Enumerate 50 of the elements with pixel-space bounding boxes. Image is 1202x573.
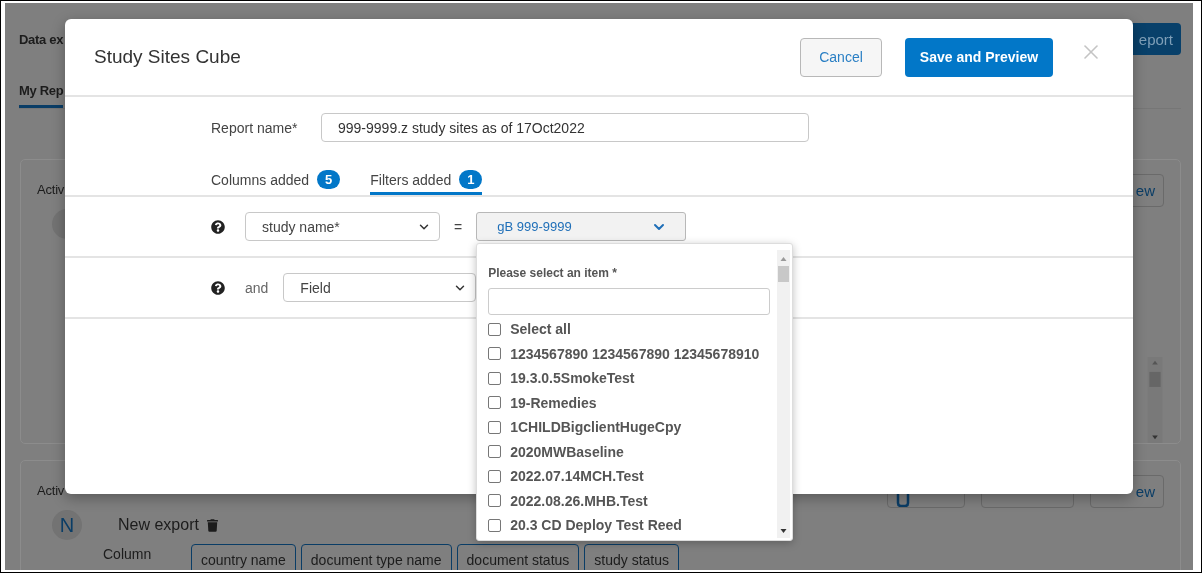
count-badge: 1 bbox=[459, 170, 483, 189]
trash-icon[interactable] bbox=[206, 518, 218, 532]
checkbox[interactable] bbox=[488, 445, 502, 459]
checkbox[interactable] bbox=[488, 347, 502, 361]
checkbox[interactable] bbox=[488, 518, 502, 532]
column-chip: study status bbox=[584, 544, 679, 570]
count-badge: 5 bbox=[317, 170, 341, 189]
column-chip: document type name bbox=[300, 544, 452, 570]
column-chip: document status bbox=[456, 544, 580, 570]
option-item[interactable]: 2022.07.14MCH.Test bbox=[488, 464, 769, 489]
save-button[interactable]: Save and Preview bbox=[905, 37, 1053, 77]
u-shape-icon bbox=[896, 493, 910, 507]
checkbox[interactable] bbox=[488, 371, 502, 385]
field-label: Report name* bbox=[211, 119, 299, 136]
option-item[interactable]: 2022.08.26.MHB.Test bbox=[488, 488, 769, 513]
card-heading: Activ bbox=[37, 483, 65, 498]
dialog-tab[interactable]: Filters added 1 bbox=[370, 170, 483, 195]
report-name-field[interactable]: 999-9999.z study sites as of 17Oct2022 bbox=[321, 113, 809, 142]
option-item[interactable]: 1234567890 1234567890 12345678910 bbox=[488, 341, 769, 366]
field-select[interactable]: study name* bbox=[245, 212, 440, 241]
column-chip: country name bbox=[191, 544, 296, 570]
option-item[interactable]: 1CHILDBigclientHugeCpy bbox=[488, 415, 769, 440]
dialog-title: Study Sites Cube bbox=[94, 46, 242, 68]
option-item[interactable]: Select all bbox=[488, 317, 769, 342]
cancel-button[interactable]: Cancel bbox=[800, 37, 882, 77]
card-heading: Activ bbox=[37, 182, 65, 197]
option-item[interactable]: 19-Remedies bbox=[488, 390, 769, 415]
connector-label: and bbox=[245, 279, 269, 296]
dropdown-label: Please select an item * bbox=[488, 266, 618, 280]
checkbox[interactable] bbox=[488, 469, 502, 483]
avatar: N bbox=[52, 510, 82, 540]
option-item[interactable]: 19.3.0.5SmokeTest bbox=[488, 366, 769, 391]
checkbox[interactable] bbox=[488, 494, 502, 508]
operator-label: = bbox=[454, 218, 463, 235]
checkbox[interactable] bbox=[488, 420, 502, 434]
checkbox[interactable] bbox=[488, 396, 502, 410]
option-item[interactable]: 20.3 CD Deploy Test Reed bbox=[488, 513, 769, 538]
option-item[interactable]: 2020MWBaseline bbox=[488, 439, 769, 464]
export-name: New export bbox=[118, 516, 199, 534]
help-icon[interactable] bbox=[211, 219, 225, 234]
scrollbar[interactable] bbox=[1147, 357, 1163, 443]
scrollbar[interactable] bbox=[777, 250, 791, 538]
dialog-tab[interactable]: Columns added 5 bbox=[211, 170, 341, 195]
field-select[interactable]: Field bbox=[283, 273, 477, 302]
value-select[interactable]: gB 999-9999 bbox=[476, 212, 687, 241]
column-label: Column bbox=[103, 546, 153, 562]
checkbox[interactable] bbox=[488, 322, 502, 336]
page-title: Data ex bbox=[19, 31, 64, 47]
search-field[interactable] bbox=[488, 288, 771, 315]
help-icon[interactable] bbox=[211, 280, 225, 295]
